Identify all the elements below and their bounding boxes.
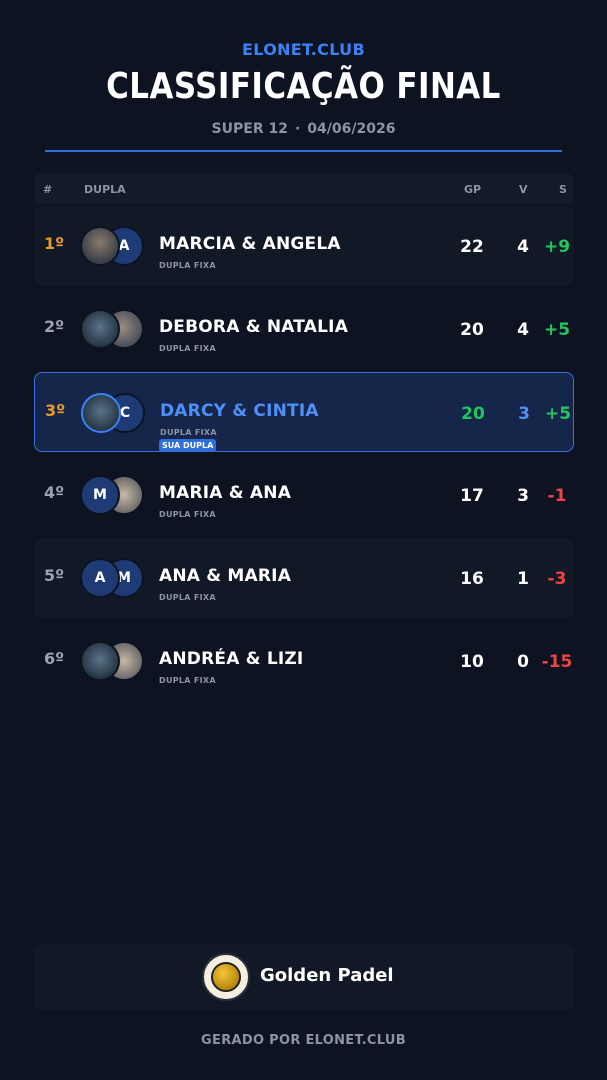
pair-name: DEBORA & NATALIA	[159, 317, 349, 337]
padel-ball-icon	[211, 962, 241, 992]
balance: +9	[543, 237, 571, 257]
games-won: 22	[460, 237, 484, 257]
pair-type: DUPLA FIXA	[159, 261, 216, 270]
games-won: 16	[460, 569, 484, 589]
table-header: # DUPLA GP V S	[34, 174, 574, 204]
victories: 0	[517, 652, 529, 672]
your-pair-badge: SUA DUPLA	[159, 439, 217, 452]
page-title: CLASSIFICAÇÃO FINAL	[106, 66, 501, 107]
victories: 1	[517, 569, 529, 589]
event-name: SUPER 12	[211, 121, 288, 137]
balance: -15	[541, 652, 573, 672]
table-row-current-pair[interactable]: 3º C DARCY & CINTIA DUPLA FIXA SUA DUPLA…	[34, 372, 574, 452]
header-gp: GP	[464, 183, 482, 196]
table-row[interactable]: 2º DEBORA & NATALIA DUPLA FIXA 20 4 +5	[34, 289, 574, 369]
pair-type: DUPLA FIXA	[159, 510, 216, 519]
club-card: Golden Padel	[34, 944, 574, 1010]
page: ELONET.CLUB CLASSIFICAÇÃO FINAL SUPER 12…	[0, 0, 607, 1080]
row-position: 3º	[45, 401, 66, 420]
table-row[interactable]: 1º A MARCIA & ANGELA DUPLA FIXA 22 4 +9	[34, 206, 574, 286]
row-position: 1º	[44, 234, 65, 253]
avatar	[81, 393, 121, 433]
avatar: M	[80, 475, 120, 515]
pair-name: MARIA & ANA	[159, 483, 292, 503]
balance: +5	[544, 404, 572, 424]
pair-type: DUPLA FIXA	[159, 676, 216, 685]
balance: +5	[543, 320, 571, 340]
row-position: 2º	[44, 317, 65, 336]
victories: 4	[517, 320, 529, 340]
avatar	[80, 641, 120, 681]
event-subtitle: SUPER 12 · 04/06/2026	[0, 121, 607, 137]
victories: 3	[517, 486, 529, 506]
games-won: 20	[461, 404, 485, 424]
generated-by: GERADO POR ELONET.CLUB	[201, 1033, 406, 1048]
games-won: 20	[460, 320, 484, 340]
club-logo	[202, 953, 250, 1001]
row-position: 6º	[44, 649, 65, 668]
header-s: S	[559, 183, 567, 196]
table-row[interactable]: 4º M MARIA & ANA DUPLA FIXA 17 3 -1	[34, 455, 574, 535]
table-row[interactable]: 6º ANDRÉA & LIZI DUPLA FIXA 10 0 -15	[34, 621, 574, 701]
pair-type: DUPLA FIXA	[159, 344, 216, 353]
pair-type: DUPLA FIXA	[160, 428, 217, 437]
pair-avatars	[80, 641, 146, 681]
avatar: A	[80, 558, 120, 598]
balance: -1	[547, 486, 567, 506]
avatar	[80, 309, 120, 349]
header-pair: DUPLA	[84, 183, 126, 196]
row-position: 4º	[44, 483, 65, 502]
divider	[45, 150, 562, 152]
pair-avatars: A M	[80, 558, 146, 598]
event-date: 04/06/2026	[307, 121, 396, 137]
victories: 4	[517, 237, 529, 257]
table-row[interactable]: 5º A M ANA & MARIA DUPLA FIXA 16 1 -3	[34, 538, 574, 618]
club-name: Golden Padel	[260, 965, 394, 986]
pair-name: ANA & MARIA	[159, 566, 292, 586]
avatar	[80, 226, 120, 266]
games-won: 10	[460, 652, 484, 672]
pair-name: ANDRÉA & LIZI	[159, 649, 304, 669]
row-position: 5º	[44, 566, 65, 585]
brand-title: ELONET.CLUB	[242, 40, 365, 59]
pair-avatars	[80, 309, 146, 349]
header-v: V	[519, 183, 528, 196]
pair-name: DARCY & CINTIA	[160, 401, 319, 421]
pair-avatars: M	[80, 475, 146, 515]
pair-avatars: A	[80, 226, 146, 266]
pair-avatars: C	[81, 393, 147, 433]
pair-name: MARCIA & ANGELA	[159, 234, 341, 254]
victories: 3	[518, 404, 530, 424]
balance: -3	[547, 569, 567, 589]
pair-type: DUPLA FIXA	[159, 593, 216, 602]
games-won: 17	[460, 486, 484, 506]
header-pos: #	[43, 183, 53, 196]
separator: ·	[294, 121, 301, 137]
